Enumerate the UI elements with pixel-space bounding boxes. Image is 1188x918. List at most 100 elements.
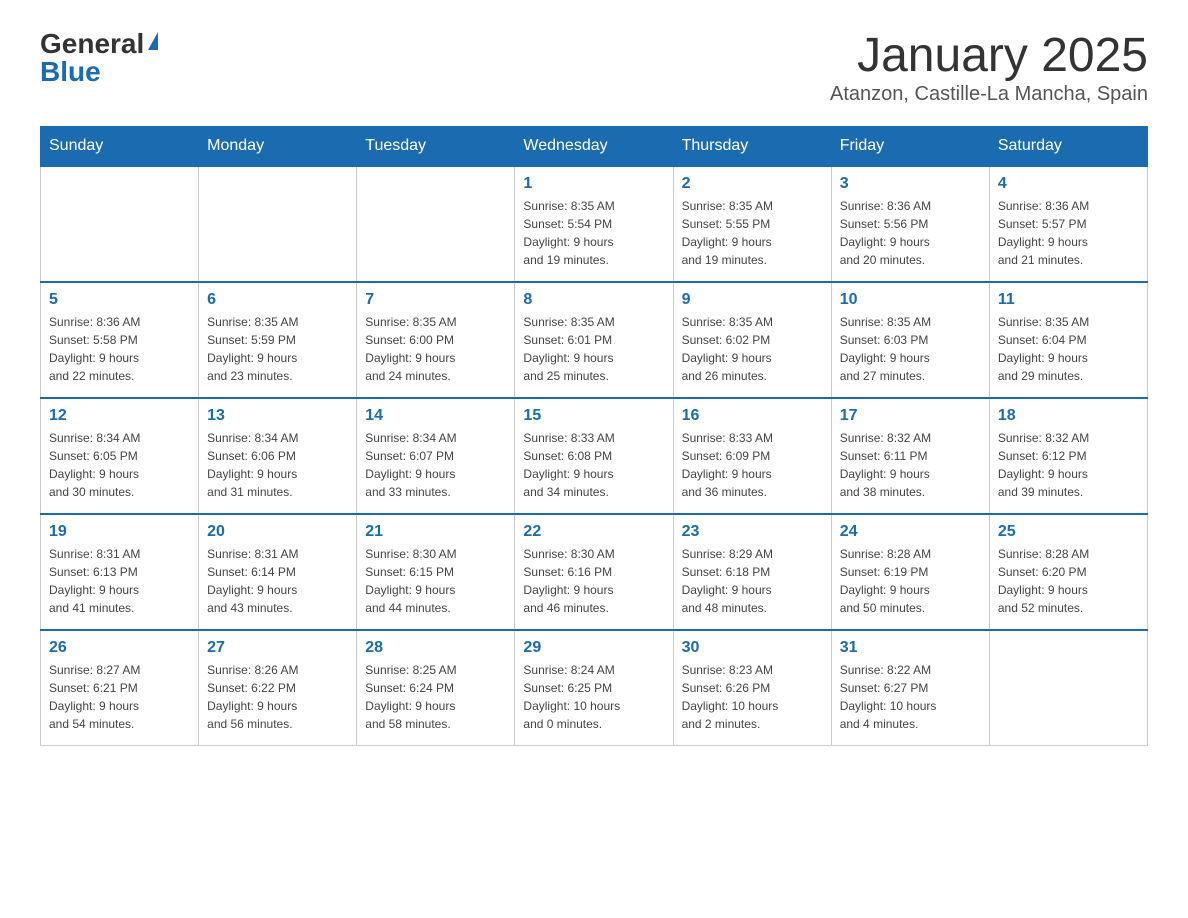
calendar-table: SundayMondayTuesdayWednesdayThursdayFrid…	[40, 126, 1148, 746]
calendar-cell: 5Sunrise: 8:36 AM Sunset: 5:58 PM Daylig…	[41, 282, 199, 398]
day-number: 25	[998, 523, 1139, 541]
day-info: Sunrise: 8:32 AM Sunset: 6:11 PM Dayligh…	[840, 429, 981, 501]
col-header-tuesday: Tuesday	[357, 126, 515, 166]
logo-triangle-icon	[148, 32, 158, 50]
logo-blue-text: Blue	[40, 58, 101, 86]
col-header-monday: Monday	[199, 126, 357, 166]
calendar-cell: 19 Sunrise: 8:31 AM Sunset: 6:13 PM Dayli…	[41, 514, 199, 630]
calendar-cell: 13Sunrise: 8:34 AM Sunset: 6:06 PM Dayli…	[199, 398, 357, 514]
day-number: 24	[840, 523, 981, 541]
day-number: 23	[682, 523, 823, 541]
day-info: Sunrise: 8:35 AM Sunset: 5:59 PM Dayligh…	[207, 313, 348, 385]
calendar-cell: 30 Sunrise: 8:23 AM Sunset: 6:26 PM Dayli…	[673, 630, 831, 746]
calendar-cell: 11Sunrise: 8:35 AM Sunset: 6:04 PM Dayli…	[989, 282, 1147, 398]
calendar-cell: 20 Sunrise: 8:31 AM Sunset: 6:14 PM Dayli…	[199, 514, 357, 630]
calendar-cell: 8 Sunrise: 8:35 AM Sunset: 6:01 PM Daylig…	[515, 282, 673, 398]
day-info: Sunrise: 8:25 AM Sunset: 6:24 PM Dayligh…	[365, 661, 506, 733]
day-number: 17	[840, 407, 981, 425]
calendar-cell: 28 Sunrise: 8:25 AM Sunset: 6:24 PM Dayli…	[357, 630, 515, 746]
day-info: Sunrise: 8:31 AM Sunset: 6:13 PM Dayligh…	[49, 545, 190, 617]
calendar-cell: 3Sunrise: 8:36 AM Sunset: 5:56 PM Daylig…	[831, 166, 989, 282]
day-number: 8	[523, 291, 664, 309]
day-info: Sunrise: 8:35 AM Sunset: 6:03 PM Dayligh…	[840, 313, 981, 385]
day-number: 10	[840, 291, 981, 309]
calendar-cell: 2 Sunrise: 8:35 AM Sunset: 5:55 PM Daylig…	[673, 166, 831, 282]
calendar-cell: 23Sunrise: 8:29 AM Sunset: 6:18 PM Dayli…	[673, 514, 831, 630]
day-number: 3	[840, 175, 981, 193]
week-row-5: 26 Sunrise: 8:27 AM Sunset: 6:21 PM Dayli…	[41, 630, 1148, 746]
day-number: 15	[523, 407, 664, 425]
day-info: Sunrise: 8:34 AM Sunset: 6:05 PM Dayligh…	[49, 429, 190, 501]
day-number: 1	[523, 175, 664, 193]
day-number: 22	[523, 523, 664, 541]
day-number: 28	[365, 639, 506, 657]
day-number: 27	[207, 639, 348, 657]
calendar-cell: 31 Sunrise: 8:22 AM Sunset: 6:27 PM Dayli…	[831, 630, 989, 746]
day-number: 31	[840, 639, 981, 657]
day-info: Sunrise: 8:28 AM Sunset: 6:20 PM Dayligh…	[998, 545, 1139, 617]
day-number: 12	[49, 407, 190, 425]
day-number: 20	[207, 523, 348, 541]
calendar-cell: 12 Sunrise: 8:34 AM Sunset: 6:05 PM Dayli…	[41, 398, 199, 514]
day-number: 2	[682, 175, 823, 193]
calendar-cell: 25 Sunrise: 8:28 AM Sunset: 6:20 PM Dayli…	[989, 514, 1147, 630]
day-number: 16	[682, 407, 823, 425]
day-info: Sunrise: 8:24 AM Sunset: 6:25 PM Dayligh…	[523, 661, 664, 733]
location-title: Atanzon, Castille-La Mancha, Spain	[830, 83, 1148, 106]
col-header-thursday: Thursday	[673, 126, 831, 166]
day-info: Sunrise: 8:35 AM Sunset: 5:54 PM Dayligh…	[523, 197, 664, 269]
day-number: 30	[682, 639, 823, 657]
page-header: General Blue January 2025 Atanzon, Casti…	[40, 30, 1148, 106]
day-info: Sunrise: 8:23 AM Sunset: 6:26 PM Dayligh…	[682, 661, 823, 733]
day-info: Sunrise: 8:22 AM Sunset: 6:27 PM Dayligh…	[840, 661, 981, 733]
day-info: Sunrise: 8:34 AM Sunset: 6:07 PM Dayligh…	[365, 429, 506, 501]
day-info: Sunrise: 8:30 AM Sunset: 6:15 PM Dayligh…	[365, 545, 506, 617]
week-row-1: 1 Sunrise: 8:35 AM Sunset: 5:54 PM Daylig…	[41, 166, 1148, 282]
calendar-cell: 1 Sunrise: 8:35 AM Sunset: 5:54 PM Daylig…	[515, 166, 673, 282]
day-info: Sunrise: 8:28 AM Sunset: 6:19 PM Dayligh…	[840, 545, 981, 617]
week-row-4: 19 Sunrise: 8:31 AM Sunset: 6:13 PM Dayli…	[41, 514, 1148, 630]
calendar-cell: 27 Sunrise: 8:26 AM Sunset: 6:22 PM Dayli…	[199, 630, 357, 746]
week-row-2: 5Sunrise: 8:36 AM Sunset: 5:58 PM Daylig…	[41, 282, 1148, 398]
calendar-cell: 21Sunrise: 8:30 AM Sunset: 6:15 PM Dayli…	[357, 514, 515, 630]
day-info: Sunrise: 8:36 AM Sunset: 5:57 PM Dayligh…	[998, 197, 1139, 269]
col-header-friday: Friday	[831, 126, 989, 166]
calendar-cell: 16Sunrise: 8:33 AM Sunset: 6:09 PM Dayli…	[673, 398, 831, 514]
day-info: Sunrise: 8:26 AM Sunset: 6:22 PM Dayligh…	[207, 661, 348, 733]
day-info: Sunrise: 8:31 AM Sunset: 6:14 PM Dayligh…	[207, 545, 348, 617]
month-title: January 2025	[830, 30, 1148, 83]
title-area: January 2025 Atanzon, Castille-La Mancha…	[830, 30, 1148, 106]
week-row-3: 12 Sunrise: 8:34 AM Sunset: 6:05 PM Dayli…	[41, 398, 1148, 514]
calendar-cell	[989, 630, 1147, 746]
calendar-cell: 18Sunrise: 8:32 AM Sunset: 6:12 PM Dayli…	[989, 398, 1147, 514]
calendar-cell: 4Sunrise: 8:36 AM Sunset: 5:57 PM Daylig…	[989, 166, 1147, 282]
calendar-cell: 10 Sunrise: 8:35 AM Sunset: 6:03 PM Dayli…	[831, 282, 989, 398]
calendar-cell: 9 Sunrise: 8:35 AM Sunset: 6:02 PM Daylig…	[673, 282, 831, 398]
day-info: Sunrise: 8:35 AM Sunset: 5:55 PM Dayligh…	[682, 197, 823, 269]
calendar-header-row: SundayMondayTuesdayWednesdayThursdayFrid…	[41, 126, 1148, 166]
day-info: Sunrise: 8:35 AM Sunset: 6:01 PM Dayligh…	[523, 313, 664, 385]
day-info: Sunrise: 8:36 AM Sunset: 5:58 PM Dayligh…	[49, 313, 190, 385]
calendar-cell: 15Sunrise: 8:33 AM Sunset: 6:08 PM Dayli…	[515, 398, 673, 514]
day-number: 19	[49, 523, 190, 541]
col-header-sunday: Sunday	[41, 126, 199, 166]
day-number: 11	[998, 291, 1139, 309]
day-info: Sunrise: 8:32 AM Sunset: 6:12 PM Dayligh…	[998, 429, 1139, 501]
col-header-wednesday: Wednesday	[515, 126, 673, 166]
day-number: 9	[682, 291, 823, 309]
day-number: 13	[207, 407, 348, 425]
day-number: 7	[365, 291, 506, 309]
calendar-cell	[199, 166, 357, 282]
logo-general-text: General	[40, 30, 144, 58]
calendar-cell: 24 Sunrise: 8:28 AM Sunset: 6:19 PM Dayli…	[831, 514, 989, 630]
day-info: Sunrise: 8:27 AM Sunset: 6:21 PM Dayligh…	[49, 661, 190, 733]
calendar-cell: 6Sunrise: 8:35 AM Sunset: 5:59 PM Daylig…	[199, 282, 357, 398]
calendar-cell: 7 Sunrise: 8:35 AM Sunset: 6:00 PM Daylig…	[357, 282, 515, 398]
day-info: Sunrise: 8:35 AM Sunset: 6:00 PM Dayligh…	[365, 313, 506, 385]
logo: General Blue	[40, 30, 158, 86]
day-info: Sunrise: 8:35 AM Sunset: 6:02 PM Dayligh…	[682, 313, 823, 385]
calendar-cell	[41, 166, 199, 282]
day-number: 29	[523, 639, 664, 657]
calendar-cell: 26 Sunrise: 8:27 AM Sunset: 6:21 PM Dayli…	[41, 630, 199, 746]
day-number: 26	[49, 639, 190, 657]
